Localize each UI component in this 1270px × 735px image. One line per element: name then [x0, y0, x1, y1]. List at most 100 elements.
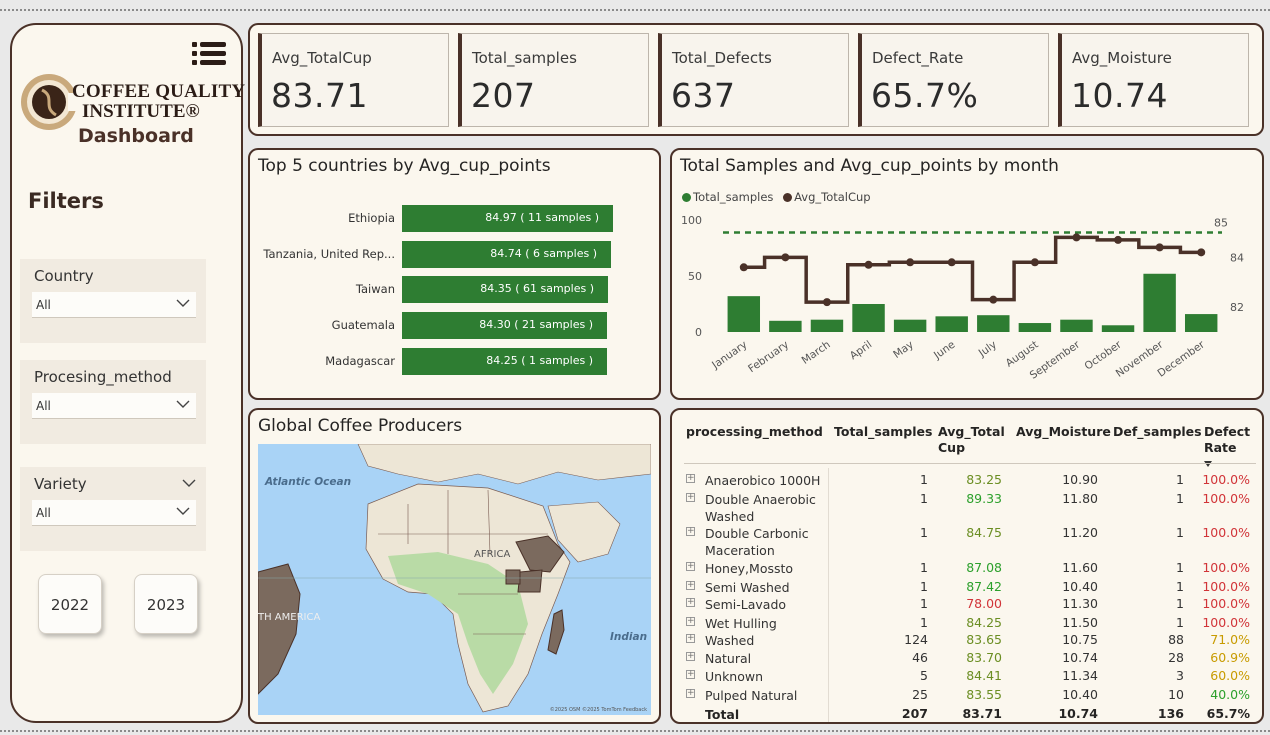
- total-def-samples: 136: [1157, 706, 1184, 721]
- expand-icon[interactable]: +: [686, 634, 695, 643]
- coffee-bean-icon: [21, 74, 78, 130]
- cell-method: Washed: [705, 633, 755, 648]
- kpi-label: Avg_TotalCup: [272, 49, 372, 67]
- expand-icon[interactable]: +: [686, 670, 695, 679]
- map-credits[interactable]: ©2025 OSM ©2025 TomTom Feedback: [550, 707, 647, 713]
- left-axis-tick: 0: [695, 326, 702, 339]
- total-samples: 207: [901, 706, 928, 721]
- processing-method-slicer: Procesing_method All: [20, 360, 206, 444]
- left-axis-tick: 100: [681, 214, 702, 227]
- country-slicer-label: Country: [34, 267, 94, 285]
- samples-bar: [852, 304, 885, 332]
- cell-samples: 46: [912, 650, 928, 665]
- expand-icon[interactable]: +: [686, 581, 695, 590]
- kpi-card-defect-rate: Defect_Rate 65.7%: [858, 33, 1049, 127]
- top5-bar[interactable]: 84.97 ( 11 samples ): [402, 205, 613, 232]
- menu-icon[interactable]: [192, 41, 226, 67]
- top5-bar-row[interactable]: Ethiopia 84.97 ( 11 samples ): [250, 205, 650, 232]
- col-header-avg-moisture[interactable]: Avg_Moisture: [1016, 424, 1111, 440]
- reference-line-label: 85: [1214, 216, 1228, 229]
- cell-def-samples: 1: [1176, 560, 1184, 575]
- map-panel: Global Coffee Producers Atlantic Ocean A…: [248, 408, 661, 724]
- right-axis-tick: 82: [1230, 301, 1244, 314]
- top5-country-label: Ethiopia: [348, 211, 395, 225]
- top5-bar-row[interactable]: Tanzania, United Rep... 84.74 ( 6 samples…: [250, 241, 650, 268]
- expand-icon[interactable]: +: [686, 474, 695, 483]
- expand-icon[interactable]: +: [686, 598, 695, 607]
- cell-method: Pulped Natural: [705, 688, 798, 703]
- cell-avg-cup: 78.00: [966, 596, 1002, 611]
- samples-bar: [893, 319, 927, 332]
- cell-avg-cup: 84.75: [966, 525, 1002, 540]
- processing-method-dropdown-value: All: [36, 399, 51, 413]
- top5-bar-row[interactable]: Madagascar 84.25 ( 1 samples ): [250, 348, 650, 375]
- cell-moisture: 11.80: [1062, 491, 1098, 506]
- sort-desc-icon[interactable]: [1204, 461, 1212, 467]
- cell-def-samples: 1: [1176, 596, 1184, 611]
- africa-label: AFRICA: [474, 549, 511, 560]
- avg-totalcup-point: [781, 253, 790, 262]
- collapse-chevron-icon[interactable]: [182, 478, 196, 488]
- kpi-card-total-defects: Total_Defects 637: [658, 33, 849, 127]
- month-tick-label: March: [800, 339, 833, 367]
- cell-avg-cup: 83.25: [966, 472, 1002, 487]
- top5-bar-label: 84.74 ( 6 samples ): [490, 247, 597, 260]
- col-header-method[interactable]: processing_method: [686, 424, 823, 440]
- cell-samples: 1: [920, 579, 928, 594]
- cell-defect-rate: 71.0%: [1210, 632, 1250, 647]
- cell-defect-rate: 60.9%: [1210, 650, 1250, 665]
- cell-samples: 1: [920, 525, 928, 540]
- cell-def-samples: 1: [1176, 579, 1184, 594]
- cell-avg-cup: 87.42: [966, 579, 1002, 594]
- cell-avg-cup: 83.70: [966, 650, 1002, 665]
- processing-method-dropdown[interactable]: All: [32, 393, 196, 419]
- monthly-chart-panel: Total Samples and Avg_cup_points by mont…: [670, 148, 1264, 400]
- expand-icon[interactable]: +: [686, 527, 695, 536]
- cell-moisture: 10.40: [1062, 579, 1098, 594]
- expand-icon[interactable]: +: [686, 493, 695, 502]
- filters-heading: Filters: [28, 189, 104, 213]
- expand-icon[interactable]: +: [686, 689, 695, 698]
- avg-totalcup-point: [906, 258, 915, 267]
- year-2023-button[interactable]: 2023: [134, 574, 198, 634]
- kpi-label: Total_samples: [472, 49, 577, 67]
- year-2022-button[interactable]: 2022: [38, 574, 102, 634]
- col-header-def-samples[interactable]: Def_samples: [1113, 424, 1202, 440]
- expand-icon[interactable]: +: [686, 652, 695, 661]
- expand-icon[interactable]: +: [686, 562, 695, 571]
- kpi-card-avg-moisture: Avg_Moisture 10.74: [1058, 33, 1249, 127]
- world-map[interactable]: Atlantic Ocean AFRICA TH AMERICA Indian …: [258, 444, 651, 715]
- cell-defect-rate: 100.0%: [1202, 579, 1250, 594]
- samples-bar: [769, 320, 802, 332]
- variety-dropdown-value: All: [36, 506, 51, 520]
- kpi-label: Total_Defects: [672, 49, 772, 67]
- chevron-down-icon: [176, 507, 190, 515]
- top5-country-label: Taiwan: [355, 282, 395, 296]
- country-dropdown[interactable]: All: [32, 292, 196, 318]
- cell-defect-rate: 40.0%: [1210, 687, 1250, 702]
- month-tick-label: May: [891, 339, 916, 361]
- cell-moisture: 10.75: [1062, 632, 1098, 647]
- top5-country-label: Guatemala: [331, 318, 395, 332]
- month-tick-label: December: [1155, 338, 1207, 379]
- col-header-avg-total-cup[interactable]: Avg_Total Cup: [938, 424, 1010, 456]
- top5-bar[interactable]: 84.30 ( 21 samples ): [402, 312, 607, 339]
- processing-method-slicer-label: Procesing_method: [34, 368, 172, 386]
- top5-bar[interactable]: 84.35 ( 61 samples ): [402, 276, 608, 303]
- col-header-defect-rate[interactable]: Defect Rate: [1204, 424, 1256, 456]
- col-header-total-samples[interactable]: Total_samples: [834, 424, 932, 440]
- top5-bar[interactable]: 84.74 ( 6 samples ): [402, 241, 611, 268]
- expand-icon[interactable]: +: [686, 617, 695, 626]
- variety-dropdown[interactable]: All: [32, 500, 196, 526]
- cell-avg-cup: 87.08: [966, 560, 1002, 575]
- month-tick-label: August: [1004, 339, 1041, 370]
- top5-bar-row[interactable]: Guatemala 84.30 ( 21 samples ): [250, 312, 650, 339]
- filters-sidebar: COFFEE QUALITY INSTITUTE® Dashboard Filt…: [10, 23, 245, 723]
- kpi-card-total-samples: Total_samples 207: [458, 33, 649, 127]
- cell-moisture: 10.90: [1062, 472, 1098, 487]
- cell-method: Double Carbonic Maceration: [705, 526, 809, 558]
- top5-bar-row[interactable]: Taiwan 84.35 ( 61 samples ): [250, 276, 650, 303]
- cell-defect-rate: 100.0%: [1202, 491, 1250, 506]
- top5-bar[interactable]: 84.25 ( 1 samples ): [402, 348, 607, 375]
- avg-totalcup-point: [822, 298, 831, 307]
